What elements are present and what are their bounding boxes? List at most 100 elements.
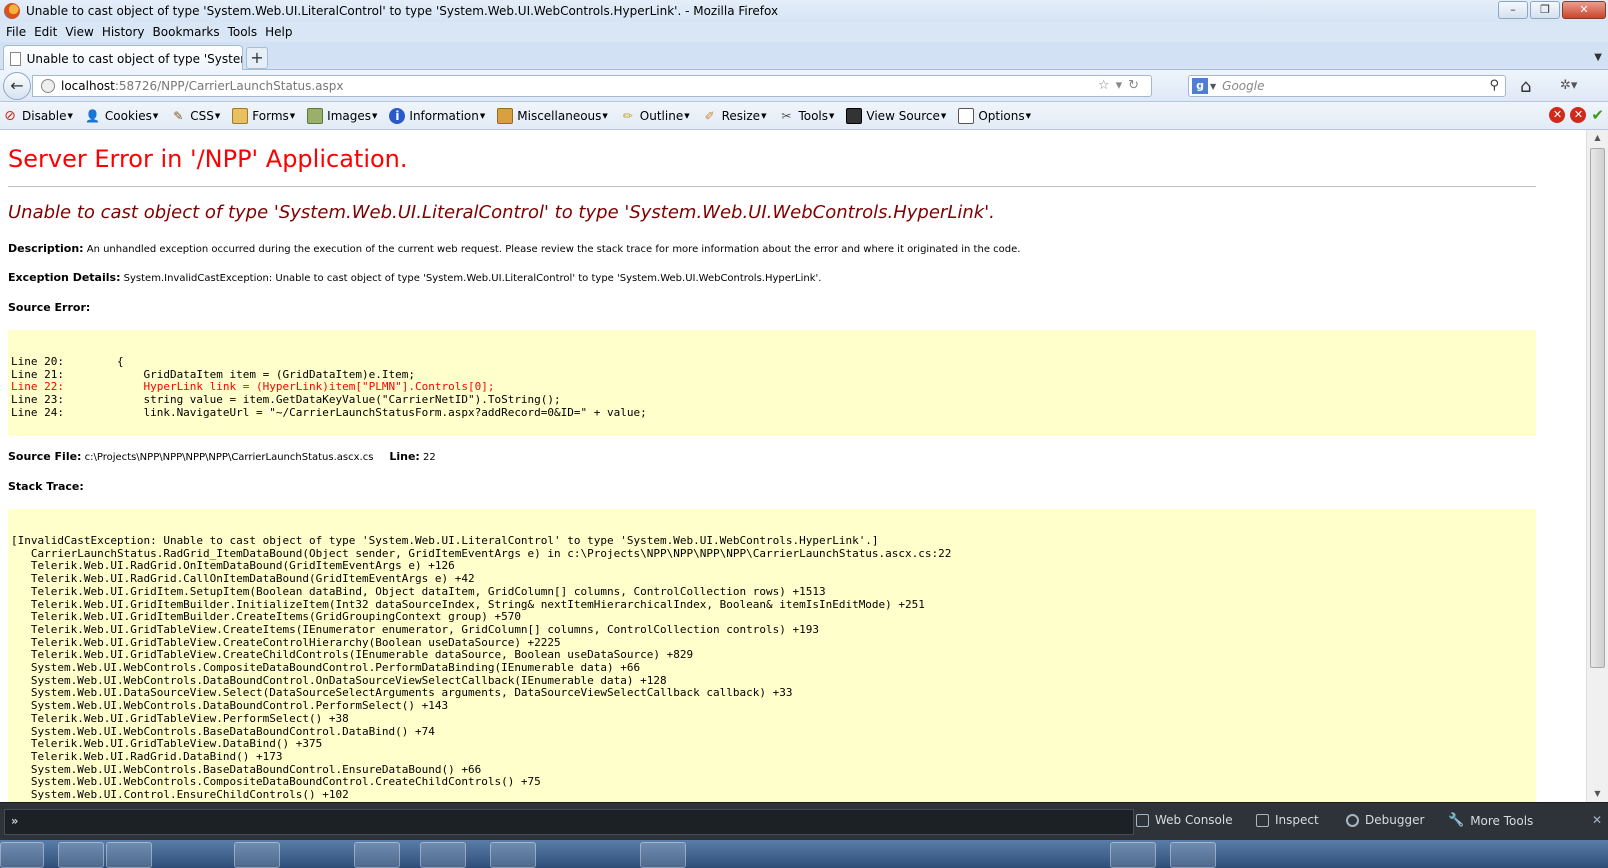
tab-list-chevron-icon[interactable]: ▼	[1594, 52, 1602, 63]
stack-trace-line: Telerik.Web.UI.GridItem.SetupItem(Boolea…	[11, 584, 826, 598]
line-value: 22	[419, 452, 436, 463]
toolbar-view-source[interactable]: View Source ▼	[846, 107, 946, 124]
scrollbar-thumb[interactable]	[1590, 148, 1605, 668]
page-content: Server Error in '/NPP' Application. Unab…	[0, 130, 1586, 802]
toolbar-forms-label: Forms	[252, 108, 289, 123]
code-line: Line 23: string value = item.GetDataKeyV…	[11, 393, 561, 407]
inspect-button[interactable]: Inspect	[1256, 813, 1319, 827]
miscellaneous-icon	[497, 107, 514, 124]
os-taskbar	[0, 840, 1608, 868]
toolbar-status-icons: ✕ ✕ ✔	[1549, 107, 1604, 123]
extension-menu-icon[interactable]: ✲▾	[1560, 78, 1577, 93]
menu-file[interactable]: File	[4, 25, 32, 39]
tools-icon: ✂	[781, 108, 792, 123]
site-identity-icon[interactable]	[41, 79, 55, 93]
google-icon[interactable]: g	[1192, 78, 1208, 94]
toolbar-disable[interactable]: ⊘ Disable ▼	[2, 108, 73, 124]
toolbar-disable-label: Disable	[22, 108, 67, 123]
taskbar-item[interactable]	[234, 842, 280, 868]
url-bar[interactable]: localhost:58726/NPP/CarrierLaunchStatus.…	[32, 75, 1152, 97]
exception-paragraph: Exception Details: System.InvalidCastExc…	[8, 271, 821, 284]
toolbar-options[interactable]: Options ▼	[958, 107, 1031, 124]
tab-active[interactable]: Unable to cast object of type 'System.W.…	[3, 45, 243, 71]
close-devtools-icon[interactable]: ✕	[1592, 813, 1602, 827]
taskbar-item[interactable]	[420, 842, 466, 868]
search-icon[interactable]: ⚲	[1489, 78, 1499, 93]
scroll-down-icon[interactable]: ▼	[1587, 786, 1608, 802]
reload-icon[interactable]: ↻	[1128, 78, 1145, 93]
exception-label: Exception Details:	[8, 271, 121, 284]
js-error-icon[interactable]: ✕	[1570, 107, 1587, 123]
taskbar-item[interactable]	[58, 842, 104, 868]
toolbar-cookies-label: Cookies	[104, 108, 152, 123]
toolbar-resize[interactable]: ✐ Resize ▼	[702, 108, 767, 124]
scroll-up-icon[interactable]: ▲	[1587, 130, 1608, 146]
menu-bookmarks[interactable]: Bookmarks	[151, 25, 226, 39]
search-bar[interactable]: g ▼ Google ⚲	[1188, 75, 1506, 97]
search-engine-dropdown-icon[interactable]: ▼	[1210, 82, 1216, 91]
window-titlebar: Unable to cast object of type 'System.We…	[0, 0, 1608, 22]
toolbar-information[interactable]: i Information ▼	[389, 107, 485, 124]
url-dropdown-icon[interactable]: ▾	[1116, 78, 1129, 93]
url-host: localhost	[61, 79, 115, 93]
inspect-icon	[1256, 813, 1269, 827]
web-console-button[interactable]: Web Console	[1136, 813, 1233, 827]
toolbar-forms[interactable]: Forms ▼	[232, 107, 295, 124]
menu-help[interactable]: Help	[263, 25, 298, 39]
toolbar-resize-label: Resize	[721, 108, 761, 123]
toolbar-miscellaneous[interactable]: Miscellaneous ▼	[497, 107, 608, 124]
more-tools-button[interactable]: 🔧 More Tools	[1448, 813, 1533, 828]
more-tools-label: More Tools	[1470, 813, 1534, 828]
toolbar-cookies[interactable]: 👤 Cookies ▼	[85, 108, 158, 124]
start-button[interactable]	[0, 842, 44, 868]
back-button[interactable]: ←	[3, 72, 31, 100]
command-line-input[interactable]: »	[4, 809, 1134, 835]
toolbar-css-label: CSS	[190, 108, 214, 123]
debugger-button[interactable]: Debugger	[1346, 813, 1424, 827]
bookmark-star-icon[interactable]: ☆	[1098, 78, 1116, 93]
stack-trace-line: System.Web.UI.WebControls.CompositeDataB…	[11, 661, 641, 675]
vertical-scrollbar[interactable]: ▲ ▼	[1586, 130, 1608, 802]
source-file-paragraph: Source File: c:\Projects\NPP\NPP\NPP\NPP…	[8, 450, 436, 463]
error-subheading: Unable to cast object of type 'System.We…	[8, 202, 995, 223]
menu-view[interactable]: View	[63, 25, 99, 39]
stack-trace-code: [InvalidCastException: Unable to cast ob…	[8, 509, 1536, 802]
stack-trace-line: System.Web.UI.WebControls.DataBoundContr…	[11, 699, 449, 713]
tab-label: Unable to cast object of type 'System.W.…	[26, 51, 242, 66]
restore-button[interactable]: ❐	[1530, 1, 1560, 19]
taskbar-item[interactable]	[354, 842, 400, 868]
taskbar-item[interactable]	[1170, 842, 1216, 868]
taskbar-item[interactable]	[490, 842, 536, 868]
toolbar-css[interactable]: ✎ CSS ▼	[170, 108, 220, 124]
outline-icon: ✏	[622, 108, 633, 123]
css-error-icon[interactable]: ✕	[1549, 107, 1566, 123]
web-console-icon	[1136, 813, 1149, 827]
menu-history[interactable]: History	[100, 25, 151, 39]
close-window-button[interactable]: ✕	[1562, 1, 1606, 19]
disable-icon: ⊘	[4, 107, 16, 124]
taskbar-item[interactable]	[1110, 842, 1156, 868]
inspect-label: Inspect	[1275, 813, 1319, 827]
new-tab-button[interactable]: +	[246, 47, 268, 69]
source-error-heading: Source Error:	[8, 301, 90, 314]
error-heading: Server Error in '/NPP' Application.	[8, 145, 408, 173]
developer-toolbar: » Web Console Inspect Debugger 🔧 More Too…	[0, 802, 1608, 840]
menu-edit[interactable]: Edit	[32, 25, 63, 39]
search-placeholder: Google	[1222, 79, 1265, 93]
home-icon[interactable]: ⌂	[1520, 76, 1531, 97]
validation-check-icon[interactable]: ✔	[1591, 107, 1604, 123]
toolbar-outline[interactable]: ✏ Outline ▼	[620, 108, 690, 124]
taskbar-item[interactable]	[640, 842, 686, 868]
toolbar-tools[interactable]: ✂ Tools ▼	[778, 108, 834, 124]
minimize-button[interactable]: –	[1498, 1, 1528, 19]
description-label: Description:	[8, 242, 84, 255]
toolbar-images[interactable]: Images ▼	[307, 107, 377, 124]
taskbar-item[interactable]	[106, 842, 152, 868]
options-icon	[958, 107, 975, 124]
stack-trace-line: [InvalidCastException: Unable to cast ob…	[11, 534, 879, 547]
forms-icon	[232, 107, 249, 124]
css-icon: ✎	[173, 108, 184, 123]
menu-tools[interactable]: Tools	[226, 25, 264, 39]
tab-strip: Unable to cast object of type 'System.W.…	[0, 42, 1608, 71]
stack-trace-heading: Stack Trace:	[8, 480, 84, 493]
